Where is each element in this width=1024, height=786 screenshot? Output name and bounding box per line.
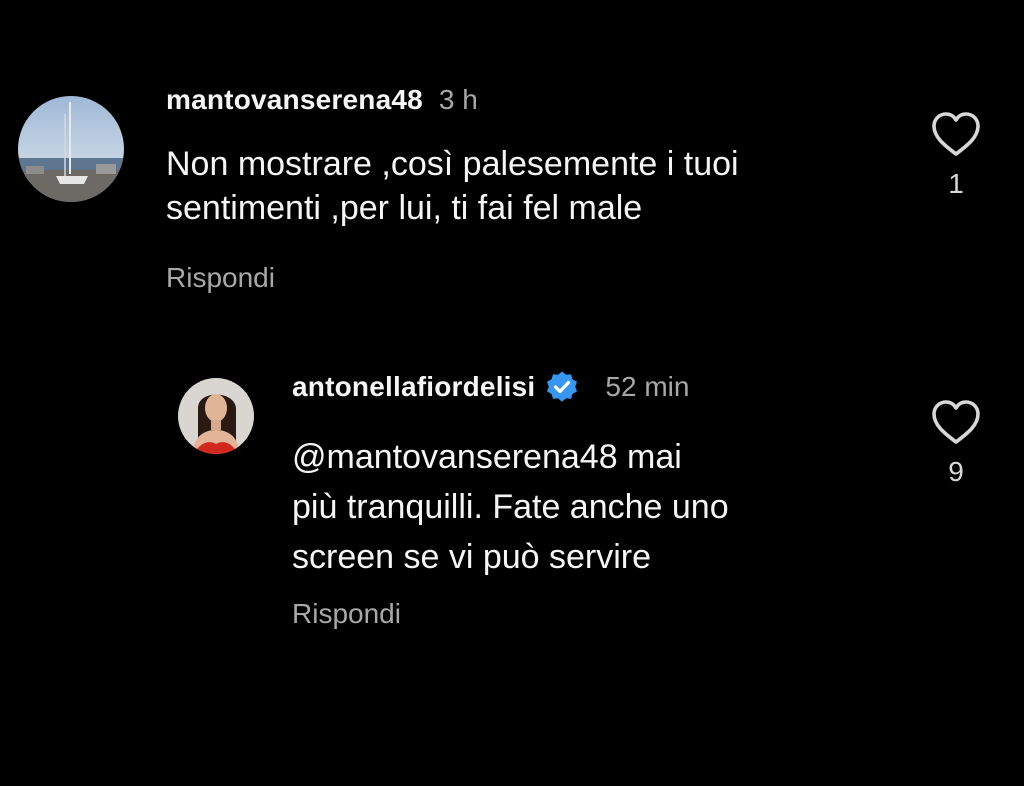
- like-count: 9: [948, 456, 964, 487]
- heart-outline-icon[interactable]: [930, 110, 982, 158]
- like-count: 1: [948, 168, 964, 199]
- reply-button[interactable]: Rispondi: [166, 262, 275, 294]
- timestamp: 3 h: [438, 84, 478, 115]
- username[interactable]: antonellafiordelisi: [292, 371, 535, 403]
- timestamp: 52 min: [605, 371, 690, 402]
- comment-text: @mantovanserena48 mai più tranquilli. Fa…: [292, 432, 729, 582]
- avatar[interactable]: [18, 96, 124, 202]
- verified-badge-icon: [545, 370, 579, 404]
- comment-text-line: screen se vi può servire: [292, 538, 652, 576]
- reply-button[interactable]: Rispondi: [292, 598, 401, 630]
- comment-text-line: più tranquilli. Fate anche uno: [292, 488, 729, 526]
- comment-text-line: Non mostrare ,così palesemente i tuoi: [166, 145, 739, 183]
- comment-header: mantovanserena48 3 h: [166, 84, 478, 116]
- like-control: 9: [926, 398, 986, 488]
- like-control: 1: [926, 110, 986, 200]
- comment-text-line: sentimenti ,per lui, ti fai fel male: [166, 189, 643, 227]
- comment-header: antonellafiordelisi 52 min: [292, 370, 689, 404]
- comment-text: Non mostrare ,così palesemente i tuoi se…: [166, 142, 739, 230]
- comment-text-line: @mantovanserena48 mai: [292, 438, 682, 476]
- username[interactable]: mantovanserena48: [166, 84, 423, 116]
- avatar[interactable]: [178, 378, 254, 454]
- heart-outline-icon[interactable]: [930, 398, 982, 446]
